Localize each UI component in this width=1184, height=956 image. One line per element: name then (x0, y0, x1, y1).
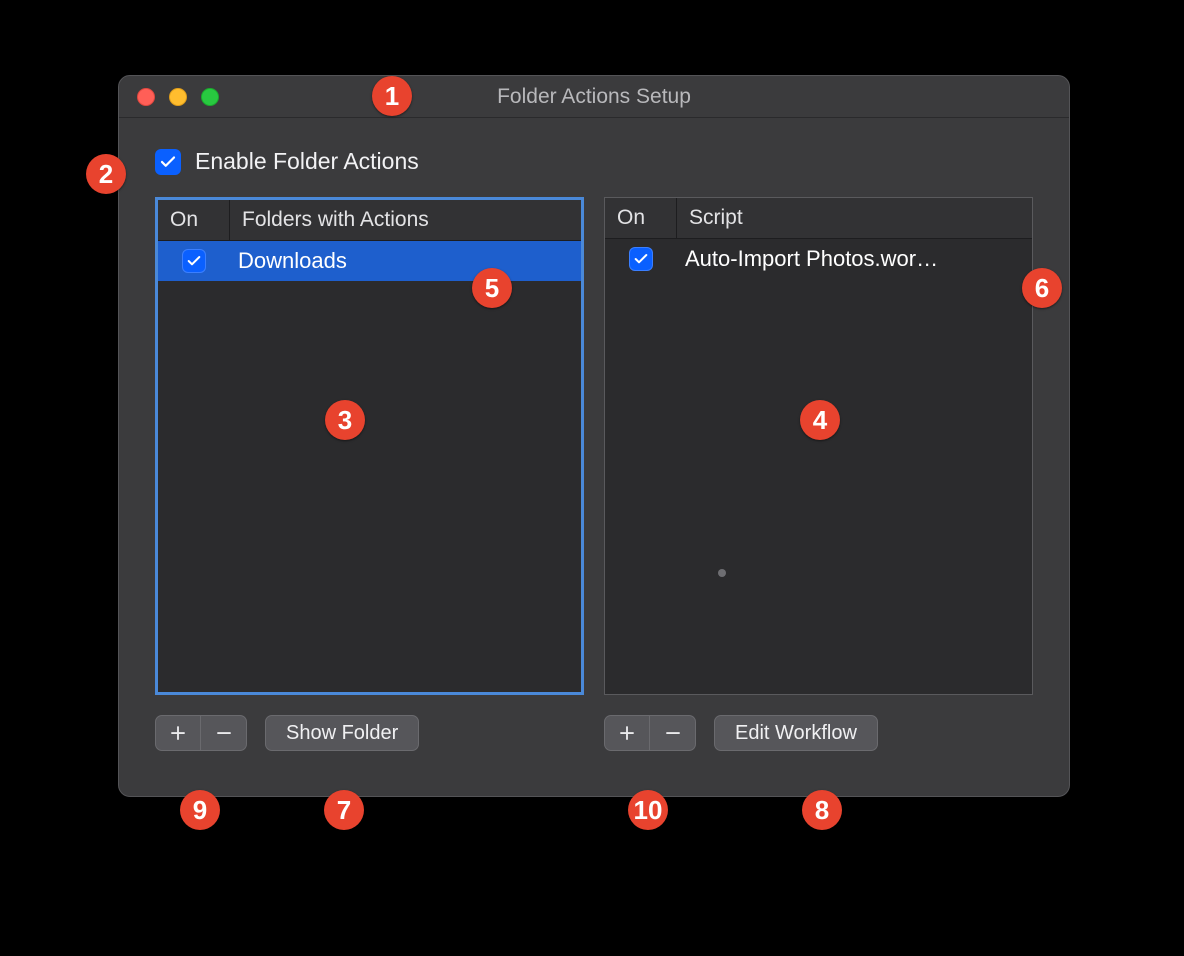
show-folder-button[interactable]: Show Folder (265, 715, 419, 751)
titlebar[interactable]: Folder Actions Setup (119, 76, 1069, 118)
folders-row-on-cell (158, 249, 230, 273)
scripts-header: On Script (605, 198, 1032, 239)
callout-10: 10 (628, 790, 668, 830)
callout-5: 5 (472, 268, 512, 308)
folders-add-remove (155, 715, 247, 751)
folders-panel: On Folders with Actions Downloads (155, 197, 584, 770)
folders-remove-button[interactable] (201, 715, 247, 751)
callout-8: 8 (802, 790, 842, 830)
scripts-remove-button[interactable] (650, 715, 696, 751)
scripts-row-name: Auto-Import Photos.wor… (677, 246, 1032, 272)
window-controls (119, 88, 219, 106)
minimize-icon[interactable] (169, 88, 187, 106)
folders-list-body: Downloads (158, 241, 581, 692)
callout-6: 6 (1022, 268, 1062, 308)
close-icon[interactable] (137, 88, 155, 106)
panels: On Folders with Actions Downloads (155, 197, 1033, 770)
scripts-list-body: Auto-Import Photos.wor… (605, 239, 1032, 694)
folders-listbox[interactable]: On Folders with Actions Downloads (155, 197, 584, 695)
scripts-header-main[interactable]: Script (677, 198, 1032, 238)
zoom-icon[interactable] (201, 88, 219, 106)
callout-9: 9 (180, 790, 220, 830)
scripts-add-remove (604, 715, 696, 751)
scripts-toolbar: Edit Workflow (604, 715, 1033, 751)
folders-row-name: Downloads (230, 248, 581, 274)
scripts-header-on[interactable]: On (605, 198, 677, 238)
callout-4: 4 (800, 400, 840, 440)
folders-header-on[interactable]: On (158, 200, 230, 240)
scripts-listbox[interactable]: On Script Auto-Import Photos.wor… (604, 197, 1033, 695)
edit-workflow-button[interactable]: Edit Workflow (714, 715, 878, 751)
scripts-row-on-cell (605, 247, 677, 271)
panel-resize-handle[interactable] (718, 569, 726, 577)
enable-folder-actions-checkbox[interactable] (155, 149, 181, 175)
folders-toolbar: Show Folder (155, 715, 584, 751)
folders-add-button[interactable] (155, 715, 201, 751)
scripts-panel: On Script Auto-Import Photos.wor… (604, 197, 1033, 770)
folder-actions-setup-window: Folder Actions Setup Enable Folder Actio… (118, 75, 1070, 797)
callout-2: 2 (86, 154, 126, 194)
window-title: Folder Actions Setup (119, 85, 1069, 109)
scripts-row-checkbox[interactable] (629, 247, 653, 271)
folders-row-checkbox[interactable] (182, 249, 206, 273)
callout-7: 7 (324, 790, 364, 830)
folders-header-main[interactable]: Folders with Actions (230, 200, 581, 240)
scripts-row[interactable]: Auto-Import Photos.wor… (605, 239, 1032, 279)
enable-folder-actions-label: Enable Folder Actions (195, 148, 419, 175)
callout-1: 1 (372, 76, 412, 116)
scripts-add-button[interactable] (604, 715, 650, 751)
callout-3: 3 (325, 400, 365, 440)
folders-row[interactable]: Downloads (158, 241, 581, 281)
window-content: Enable Folder Actions On Folders with Ac… (119, 118, 1069, 796)
enable-folder-actions-row: Enable Folder Actions (155, 148, 1033, 175)
folders-header: On Folders with Actions (158, 200, 581, 241)
